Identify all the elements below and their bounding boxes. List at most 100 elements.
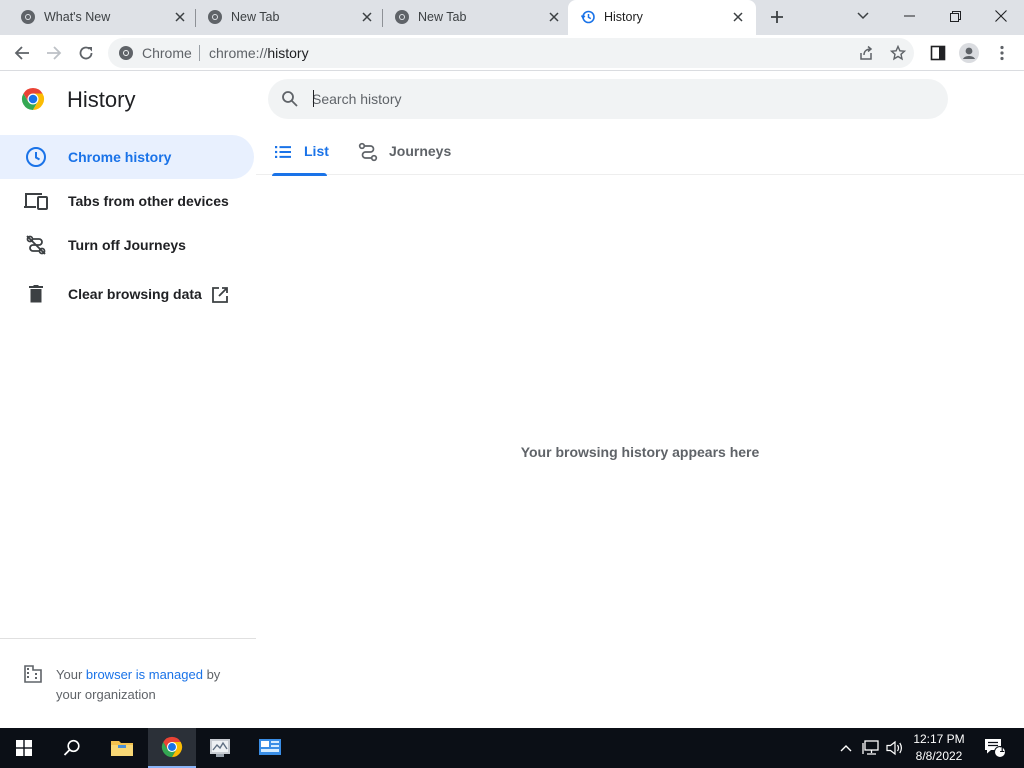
more-vert-icon xyxy=(1000,45,1004,61)
chrome-favicon-icon xyxy=(395,10,409,24)
url-path: history xyxy=(267,45,309,61)
volume-control[interactable] xyxy=(884,728,906,768)
chrome-favicon-icon xyxy=(208,10,222,24)
reload-icon xyxy=(79,46,93,60)
chevron-up-icon xyxy=(840,745,852,752)
tab-whats-new[interactable]: What's New xyxy=(0,0,195,35)
journeys-off-icon xyxy=(24,233,48,257)
bookmark-star-icon[interactable] xyxy=(889,44,907,62)
omnibox-divider xyxy=(199,45,200,61)
taskbar-server-manager[interactable] xyxy=(198,728,242,768)
windows-start-icon xyxy=(16,740,32,756)
chrome-favicon-icon xyxy=(21,10,35,24)
tab-new-tab-2[interactable]: New Tab xyxy=(374,0,569,35)
sidebar-item-label: Clear browsing data xyxy=(68,286,202,302)
active-tab-indicator xyxy=(272,173,327,176)
control-panel-icon xyxy=(259,739,281,755)
share-icon[interactable] xyxy=(857,44,875,62)
arrow-right-icon xyxy=(47,46,62,60)
tab-close-icon[interactable] xyxy=(730,9,746,25)
managed-notice: Your browser is managed by your organiza… xyxy=(56,665,246,705)
url-text[interactable]: chrome://history xyxy=(209,45,309,61)
trash-icon xyxy=(24,282,48,306)
chrome-site-icon xyxy=(119,46,133,60)
taskbar-clock[interactable]: 12:17 PM 8/8/2022 xyxy=(906,731,972,765)
sidebar-item-clear-browsing-data[interactable]: Clear browsing data xyxy=(0,272,254,316)
tab-journeys[interactable]: Journeys xyxy=(358,129,458,175)
taskbar-control-panel[interactable] xyxy=(248,728,292,768)
address-bar[interactable]: Chrome chrome://history xyxy=(108,38,914,68)
devices-icon xyxy=(24,189,48,213)
tab-label: Journeys xyxy=(389,143,452,159)
notification-count: 1 xyxy=(999,744,1005,754)
sidebar-item-label: Turn off Journeys xyxy=(68,237,186,253)
page-title: History xyxy=(67,87,136,112)
speaker-icon xyxy=(886,740,902,756)
search-input[interactable] xyxy=(312,88,912,110)
tab-new-tab-1[interactable]: New Tab xyxy=(187,0,382,35)
chrome-icon xyxy=(161,736,183,758)
tab-close-icon[interactable] xyxy=(546,9,562,25)
menu-button[interactable] xyxy=(990,41,1014,65)
tab-close-icon[interactable] xyxy=(359,9,375,25)
history-tabs: List Journeys xyxy=(256,129,1024,176)
tab-title: What's New xyxy=(44,10,111,24)
taskbar-chrome[interactable] xyxy=(148,728,196,768)
close-window-button[interactable] xyxy=(978,0,1024,32)
reload-button[interactable] xyxy=(74,41,98,65)
minimize-button[interactable] xyxy=(886,0,932,32)
side-panel-icon xyxy=(930,45,946,61)
search-icon xyxy=(282,91,298,107)
taskbar-search-button[interactable] xyxy=(48,728,96,768)
avatar-icon xyxy=(959,43,979,63)
back-button[interactable] xyxy=(10,41,34,65)
windows-taskbar: 12:17 PM 8/8/2022 1 xyxy=(0,728,1024,768)
url-scheme: chrome:// xyxy=(209,45,268,61)
start-button[interactable] xyxy=(0,728,48,768)
text-cursor xyxy=(313,90,314,107)
close-icon xyxy=(995,10,1007,22)
sidebar-item-label: Chrome history xyxy=(68,149,172,165)
network-icon xyxy=(862,740,879,755)
sidebar-item-turn-off-journeys[interactable]: Turn off Journeys xyxy=(0,223,254,267)
building-icon xyxy=(24,665,42,683)
tab-list[interactable]: List xyxy=(272,129,329,176)
profile-button[interactable] xyxy=(957,41,981,65)
tab-history[interactable]: History xyxy=(568,0,756,35)
search-box[interactable] xyxy=(268,79,948,119)
journeys-icon xyxy=(358,142,378,162)
empty-state-message: Your browsing history appears here xyxy=(520,444,760,460)
arrow-left-icon xyxy=(14,46,29,60)
action-center-button[interactable]: 1 xyxy=(980,728,1010,768)
managed-link[interactable]: browser is managed xyxy=(86,667,203,682)
restore-icon xyxy=(949,10,961,22)
tab-title: New Tab xyxy=(418,10,467,24)
clock-date: 8/8/2022 xyxy=(915,749,963,763)
plus-icon xyxy=(771,11,783,23)
managed-prefix: Your xyxy=(56,667,86,682)
restore-button[interactable] xyxy=(932,0,978,32)
history-page: History Chrome history Tabs from other d… xyxy=(0,71,1024,728)
file-explorer-icon xyxy=(111,741,133,756)
side-panel-button[interactable] xyxy=(926,41,950,65)
site-chip-label: Chrome xyxy=(142,45,192,61)
browser-toolbar: Chrome chrome://history xyxy=(0,35,1024,71)
forward-button[interactable] xyxy=(42,41,66,65)
search-icon xyxy=(63,739,80,756)
sidebar-item-label: Tabs from other devices xyxy=(68,193,229,209)
network-status[interactable] xyxy=(860,728,882,768)
sidebar-item-chrome-history[interactable]: Chrome history xyxy=(0,135,254,179)
history-icon xyxy=(580,10,595,24)
new-tab-button[interactable] xyxy=(766,6,788,28)
sidebar-divider xyxy=(0,638,256,639)
clock-time: 12:17 PM xyxy=(913,732,965,746)
sidebar-item-tabs-other-devices[interactable]: Tabs from other devices xyxy=(0,179,254,223)
tab-label: List xyxy=(304,143,329,159)
tab-search-button[interactable] xyxy=(840,0,886,32)
show-hidden-icons-button[interactable] xyxy=(836,728,856,768)
taskbar-file-explorer[interactable] xyxy=(98,728,146,768)
server-manager-icon xyxy=(210,739,230,757)
list-icon xyxy=(275,146,291,158)
tab-close-icon[interactable] xyxy=(172,9,188,25)
clock-icon xyxy=(24,145,48,169)
